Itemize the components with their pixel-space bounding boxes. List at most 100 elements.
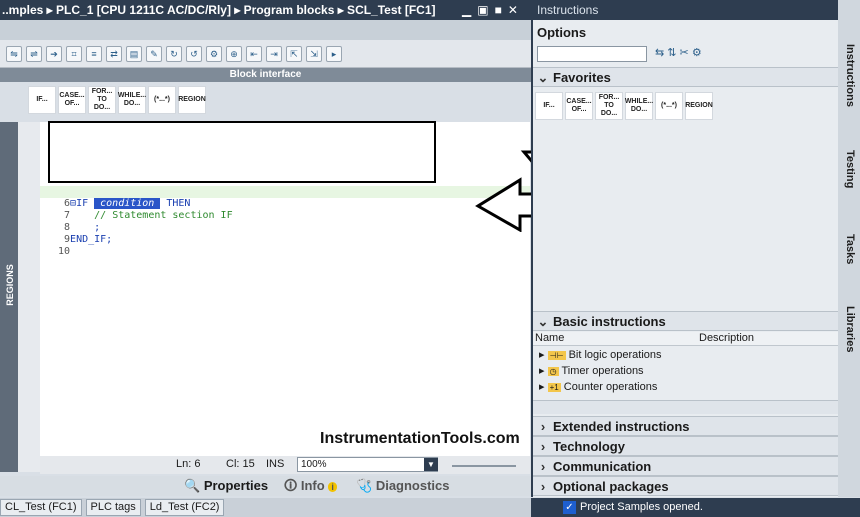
optional-packages-section[interactable]: › Optional packages xyxy=(533,476,838,496)
technology-section[interactable]: › Technology xyxy=(533,436,838,456)
chevron-right-icon: › xyxy=(540,439,546,454)
zoom-select[interactable]: 100% xyxy=(297,457,438,472)
tab-testing[interactable]: Testing xyxy=(838,150,860,210)
toolbar-icon-15[interactable]: ⇱ xyxy=(286,45,302,62)
expand-icon: ▸ xyxy=(539,381,545,393)
panel-fav-region[interactable]: REGION xyxy=(685,92,713,120)
bit-logic-icon: ⊣⊢ xyxy=(547,351,566,360)
line-number: 10 xyxy=(58,246,71,257)
minimize-button[interactable]: ▁ xyxy=(462,3,471,17)
tab-instructions[interactable]: Instructions xyxy=(838,44,860,124)
task-plc-tags[interactable]: PLC tags xyxy=(85,499,141,516)
breadcrumb: ..mples ▸ PLC_1 [CPU 1211C AC/DC/Rly] ▸ … xyxy=(2,3,436,17)
toolbar-icon-1[interactable]: ⇋ xyxy=(6,45,22,62)
tab-diagnostics[interactable]: 🩺 Diagnostics xyxy=(356,477,450,495)
tab-tasks[interactable]: Tasks xyxy=(838,234,860,284)
block-interface-bar[interactable]: Block interface xyxy=(0,68,531,82)
list-item[interactable]: ▸ ⊣⊢ Bit logic operations xyxy=(533,347,838,363)
toolbar-icon-2[interactable]: ⇌ xyxy=(26,45,42,62)
basic-instructions-section[interactable]: ⌄ Basic instructions xyxy=(533,311,838,331)
restore-button[interactable]: ▣ xyxy=(477,3,488,17)
panel-fav-while[interactable]: WHILE... DO... xyxy=(625,92,653,120)
chevron-right-icon: › xyxy=(540,479,546,494)
zoom-slider[interactable] xyxy=(452,465,516,467)
tab-properties[interactable]: 🔍 Properties xyxy=(184,477,268,495)
tab-libraries[interactable]: Libraries xyxy=(838,306,860,366)
chevron-right-icon: › xyxy=(540,419,546,434)
options-label: Options xyxy=(537,25,587,40)
toolbar-icon-5[interactable]: ≡ xyxy=(86,45,102,62)
timer-icon: ◷ xyxy=(547,367,559,376)
section-label: Optional packages xyxy=(553,479,669,494)
code-line-7[interactable]: 7 // Statement section IF xyxy=(40,198,233,221)
toolbar-icon-17[interactable]: ▸ xyxy=(326,45,342,62)
table-header: Name Description xyxy=(533,332,838,346)
toolbar-icon-13[interactable]: ⇤ xyxy=(246,45,262,62)
tab-info-label: Info xyxy=(300,478,325,493)
section-label: Technology xyxy=(553,439,625,454)
tab-label: Tasks xyxy=(844,234,856,265)
code-line-9[interactable]: 9END_IF; xyxy=(40,222,112,245)
expand-icon: ▸ xyxy=(539,349,545,361)
column-description: Description xyxy=(699,332,755,344)
options-icons[interactable]: ⇆ ⇅ ✂ ⚙ xyxy=(655,46,702,59)
toolbar-icon-10[interactable]: ↺ xyxy=(186,45,202,62)
fav-region[interactable]: REGION xyxy=(178,86,206,114)
row-label: Bit logic operations xyxy=(568,349,662,361)
chevron-down-icon[interactable]: ▼ xyxy=(424,458,438,471)
status-text: Project Samples opened. xyxy=(580,501,703,513)
panel-fav-case[interactable]: CASE... OF... xyxy=(565,92,593,120)
list-item[interactable]: ▸ ◷ Timer operations xyxy=(533,363,838,379)
check-icon: ✓ xyxy=(563,500,576,514)
close-button[interactable]: ✕ xyxy=(508,3,518,17)
chevron-right-icon: › xyxy=(540,459,546,474)
code-line-10[interactable]: 10 xyxy=(40,234,70,257)
watermark: InstrumentationTools.com xyxy=(320,430,520,447)
extended-instructions-section[interactable]: › Extended instructions xyxy=(533,416,838,436)
favorites-section[interactable]: ⌄ Favorites xyxy=(533,67,838,87)
editor-header-strip xyxy=(0,20,531,40)
editor-taskbar: CL_Test (FC1) PLC tags Ld_Test (FC2) xyxy=(0,498,531,517)
task-scl-test[interactable]: CL_Test (FC1) xyxy=(0,499,82,516)
panel-fav-comment[interactable]: (*...*) xyxy=(655,92,683,120)
tab-label: Testing xyxy=(844,150,856,189)
fav-while[interactable]: WHILE... DO... xyxy=(118,86,146,114)
regions-label: REGIONS xyxy=(5,264,15,306)
toolbar-icon-6[interactable]: ⇄ xyxy=(106,45,122,62)
section-label: Communication xyxy=(553,459,652,474)
favorites-label: Favorites xyxy=(553,70,611,85)
cursor-column: Cl: 15 xyxy=(226,458,255,470)
row-label: Timer operations xyxy=(561,365,644,377)
horizontal-scrollbar[interactable] xyxy=(533,400,838,414)
toolbar-icon-8[interactable]: ✎ xyxy=(146,45,162,62)
panel-fav-if[interactable]: IF... xyxy=(535,92,563,120)
toolbar-icon-9[interactable]: ↻ xyxy=(166,45,182,62)
communication-section[interactable]: › Communication xyxy=(533,456,838,476)
toolbar-icon-4[interactable]: ⌗ xyxy=(66,45,82,62)
editor-favorites: IF... CASE... OF... FOR... TO DO... WHIL… xyxy=(28,86,206,122)
info-badge-icon: i xyxy=(328,482,337,492)
maximize-button[interactable]: ■ xyxy=(495,3,502,17)
toolbar-icon-14[interactable]: ⇥ xyxy=(266,45,282,62)
code-text: END_IF; xyxy=(70,234,113,245)
task-ld-test[interactable]: Ld_Test (FC2) xyxy=(144,499,225,516)
editor-gutter xyxy=(18,122,40,472)
code-line-8[interactable]: 8 ; xyxy=(40,210,100,233)
toolbar-icon-7[interactable]: ▤ xyxy=(126,45,142,62)
toolbar-icon-16[interactable]: ⇲ xyxy=(306,45,322,62)
fav-if[interactable]: IF... xyxy=(28,86,56,114)
status-bar: ✓ Project Samples opened. xyxy=(531,498,860,517)
search-input[interactable] xyxy=(537,46,647,62)
fav-for[interactable]: FOR... TO DO... xyxy=(88,86,116,114)
row-label: Counter operations xyxy=(563,381,658,393)
code-line-6[interactable]: 6⊟IF condition THEN xyxy=(40,186,530,209)
toolbar-icon-3[interactable]: ➔ xyxy=(46,45,62,62)
toolbar-icon-12[interactable]: ⊕ xyxy=(226,45,242,62)
tab-info[interactable]: 🛈 Info i xyxy=(284,477,337,495)
fav-comment[interactable]: (*...*) xyxy=(148,86,176,114)
panel-fav-for[interactable]: FOR... TO DO... xyxy=(595,92,623,120)
fav-case[interactable]: CASE... OF... xyxy=(58,86,86,114)
toolbar-icon-11[interactable]: ⚙ xyxy=(206,45,222,62)
insert-mode: INS xyxy=(266,458,285,470)
list-item[interactable]: ▸ +1 Counter operations xyxy=(533,379,838,395)
